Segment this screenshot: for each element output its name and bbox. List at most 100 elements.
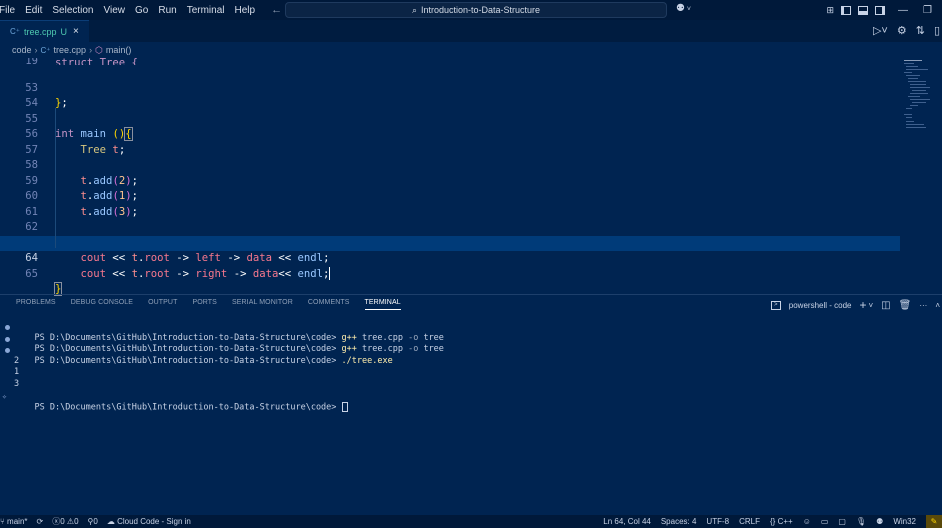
- arrow-left-icon[interactable]: ←: [271, 4, 282, 16]
- maximize-panel-icon[interactable]: ˄: [935, 301, 940, 310]
- code-line[interactable]: 59 t.add(1);: [0, 158, 900, 203]
- split-terminal-icon[interactable]: ◫: [881, 300, 890, 311]
- command-success-icon: [5, 348, 10, 354]
- breadcrumb-folder[interactable]: code: [12, 45, 32, 55]
- search-icon: ⌕: [411, 4, 417, 15]
- command-success-icon: [5, 336, 10, 342]
- copilot-icon[interactable]: ⚉: [876, 517, 883, 526]
- code-line[interactable]: 55 int main (){: [0, 96, 900, 141]
- tab-output[interactable]: OUTPUT: [148, 299, 177, 310]
- terminal-icon: >: [770, 300, 781, 310]
- tab-terminal[interactable]: TERMINAL: [364, 299, 401, 310]
- text-cursor: [329, 267, 331, 280]
- sticky-scroll-line[interactable]: 19 struct Tree {: [0, 58, 900, 65]
- code-line-active[interactable]: 64 cout << t.root -> right -> data<< end…: [0, 235, 900, 280]
- terminal-dropdown-icon[interactable]: ˅: [869, 301, 874, 310]
- toggle-secondary-sidebar-icon[interactable]: [875, 5, 886, 15]
- tab-ports[interactable]: PORTS: [192, 299, 217, 310]
- code-line[interactable]: 58 t.add(2);: [0, 143, 900, 187]
- sync-icon[interactable]: ⟳: [37, 517, 44, 526]
- more-actions-icon[interactable]: ···: [919, 301, 927, 310]
- menu-terminal[interactable]: Terminal: [187, 5, 225, 16]
- chevron-down-icon: ˅: [684, 6, 692, 13]
- feedback-icon[interactable]: ☺: [803, 517, 811, 526]
- settings-icon[interactable]: ⚙: [897, 24, 907, 37]
- tab-problems[interactable]: PROBLEMS: [16, 299, 56, 310]
- split-editor-icon[interactable]: ▯: [934, 24, 940, 37]
- panel-divider[interactable]: [0, 294, 942, 295]
- language-mode[interactable]: {} C++: [770, 517, 793, 526]
- menu-run[interactable]: Run: [158, 5, 176, 16]
- untracked-badge: U: [60, 26, 68, 37]
- terminal-line: PS D:\Documents\GitHub\Introduction-to-D…: [5, 321, 444, 343]
- breadcrumb: code › C⁺ tree.cpp › ⬡ main(): [0, 42, 942, 58]
- code-line[interactable]: 63 cout << t.root -> left -> data << end…: [0, 220, 900, 265]
- cloud-code-status[interactable]: ☁ Cloud Code - Sign in: [107, 517, 191, 526]
- kill-terminal-icon[interactable]: 🗑: [899, 300, 912, 311]
- tab-debug-console[interactable]: DEBUG CONSOLE: [71, 299, 133, 310]
- command-center-label: Introduction-to-Data-Structure: [420, 5, 541, 15]
- breadcrumb-file[interactable]: tree.cpp: [54, 45, 87, 55]
- terminal-line: PS D:\Documents\GitHub\Introduction-to-D…: [5, 344, 444, 366]
- editor-tab-bar: C⁺ tree.cpp U ×: [0, 20, 942, 42]
- notifications-icon[interactable]: ✎: [926, 515, 942, 528]
- branch-status[interactable]: ⑂ main*: [0, 517, 28, 526]
- sparkle-icon: ✧: [2, 391, 7, 401]
- run-debug-icon[interactable]: ▷˅: [873, 24, 888, 37]
- tab-comments[interactable]: COMMENTS: [308, 299, 350, 310]
- code-line[interactable]: 57: [0, 127, 900, 156]
- code-line[interactable]: 53 };: [0, 65, 900, 110]
- window-icon[interactable]: ▢: [838, 517, 846, 526]
- terminal-output: 2: [14, 355, 20, 366]
- minimize-icon[interactable]: —: [898, 5, 908, 16]
- terminal-output: 1: [14, 367, 20, 378]
- breadcrumb-symbol[interactable]: main(): [106, 45, 132, 55]
- copilot-button[interactable]: ⚉ ˅: [676, 3, 691, 14]
- compare-changes-icon[interactable]: ⇅: [916, 24, 925, 37]
- menu-help[interactable]: Help: [235, 5, 256, 16]
- terminal-name[interactable]: powershell - code: [789, 301, 852, 310]
- code-line[interactable]: 54: [0, 81, 900, 109]
- copilot-icon: ⚉: [676, 3, 685, 14]
- encoding[interactable]: UTF-8: [706, 517, 729, 526]
- tab-tree-cpp[interactable]: C⁺ tree.cpp U ×: [0, 20, 89, 42]
- code-line[interactable]: 56 Tree t;: [0, 112, 900, 156]
- method-icon: ⬡: [95, 44, 103, 55]
- code-line[interactable]: 65 }: [0, 251, 900, 296]
- error-icon: ⓧ: [52, 517, 61, 526]
- code-line[interactable]: 61: [0, 189, 900, 218]
- toggle-panel-icon[interactable]: [858, 5, 869, 15]
- indentation[interactable]: Spaces: 4: [661, 517, 697, 526]
- indent-guide: [55, 108, 56, 248]
- code-line[interactable]: 62 cout << t.root -> data << endl;: [0, 205, 900, 249]
- command-center[interactable]: ⌕ Introduction-to-Data-Structure: [285, 2, 667, 18]
- menu-go[interactable]: Go: [135, 5, 148, 16]
- menu-bar: File Edit Selection View Go Run Terminal…: [0, 5, 265, 16]
- toggle-primary-sidebar-icon[interactable]: [841, 5, 852, 15]
- problems-status[interactable]: ⓧ0 ⚠0: [52, 516, 78, 527]
- terminal-prompt-line[interactable]: ✧ PS D:\Documents\GitHub\Introduction-to-…: [2, 391, 444, 413]
- screen-icon[interactable]: ▭: [821, 517, 829, 526]
- code-line[interactable]: 60 t.add(3);: [0, 174, 900, 218]
- menu-view[interactable]: View: [104, 5, 126, 16]
- code-editor[interactable]: 19 struct Tree { 53 }; 54 55 int main ()…: [0, 58, 900, 296]
- title-bar: File Edit Selection View Go Run Terminal…: [0, 0, 942, 20]
- close-icon[interactable]: ×: [73, 26, 79, 37]
- ports-status[interactable]: ⚲0: [88, 517, 98, 526]
- tab-serial-monitor[interactable]: SERIAL MONITOR: [232, 299, 293, 310]
- new-terminal-icon[interactable]: +: [859, 298, 866, 312]
- terminal[interactable]: PS D:\Documents\GitHub\Introduction-to-D…: [2, 321, 444, 413]
- cursor-position[interactable]: Ln 64, Col 44: [603, 517, 651, 526]
- terminal-cursor: [341, 402, 348, 413]
- restore-icon[interactable]: ❐: [923, 5, 932, 16]
- menu-edit[interactable]: Edit: [25, 5, 42, 16]
- end-of-line[interactable]: CRLF: [739, 517, 760, 526]
- microphone-icon[interactable]: 🎙: [856, 517, 866, 526]
- status-bar: ⑂ main* ⟳ ⓧ0 ⚠0 ⚲0 ☁ Cloud Code - Sign i…: [0, 515, 942, 528]
- minimap[interactable]: [900, 58, 942, 148]
- menu-file[interactable]: File: [0, 5, 15, 16]
- customize-layout-icon[interactable]: ⊞: [826, 5, 834, 16]
- tab-label: tree.cpp: [24, 26, 57, 37]
- platform[interactable]: Win32: [893, 517, 916, 526]
- menu-selection[interactable]: Selection: [52, 5, 93, 16]
